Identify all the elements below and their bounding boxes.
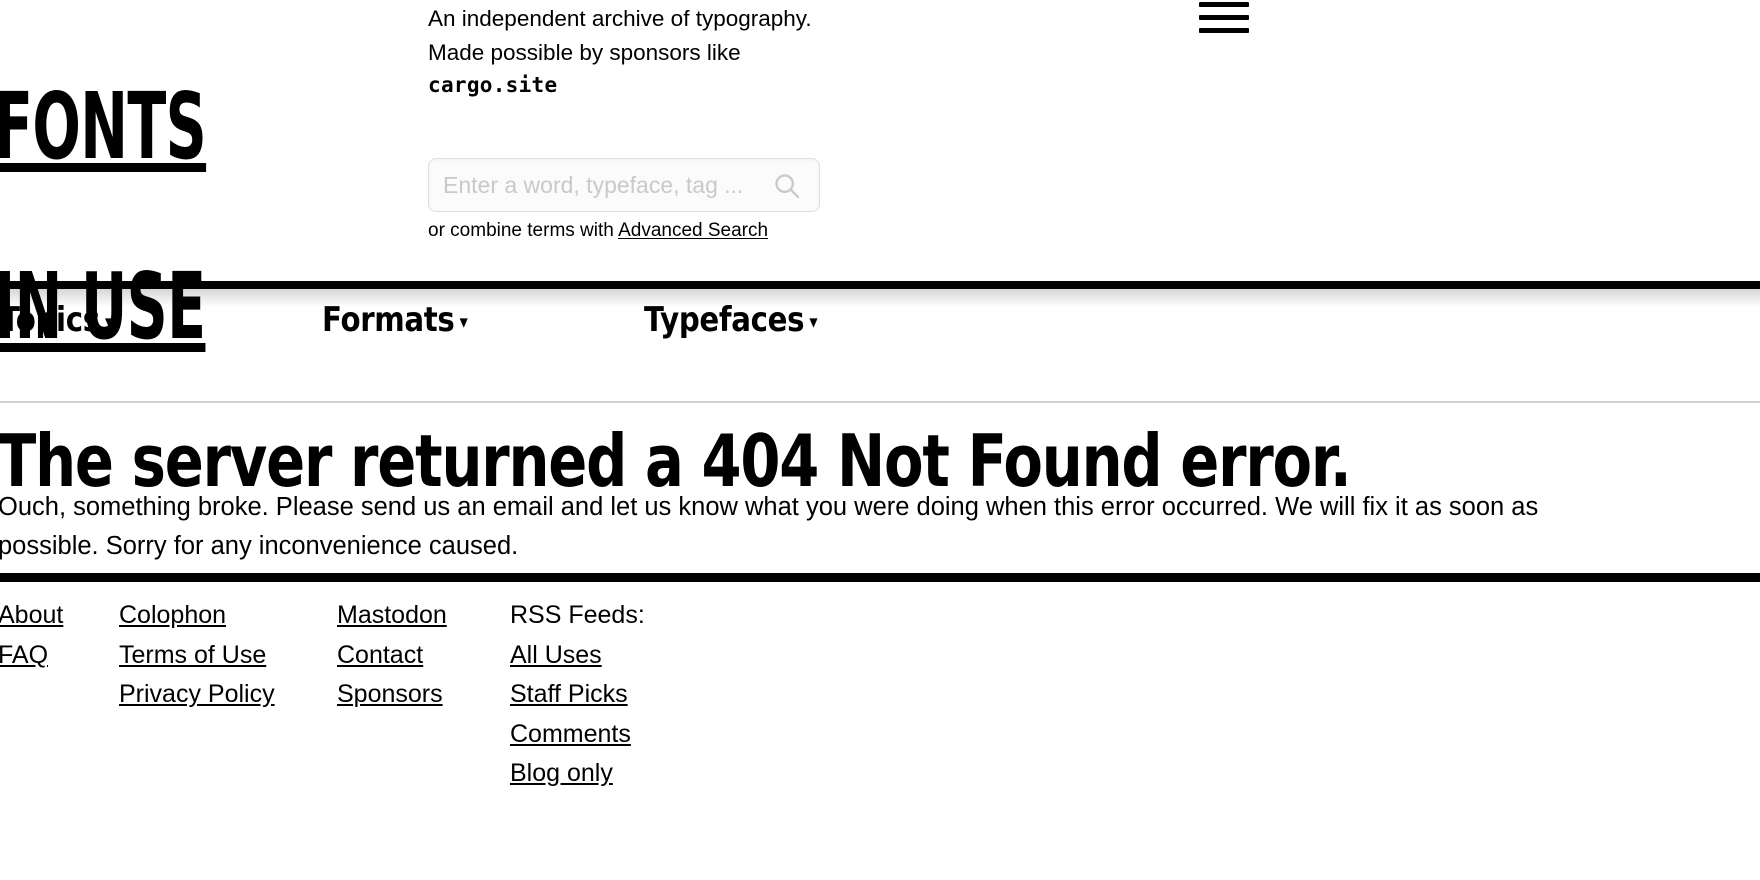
menu-bar-3 [1199, 28, 1249, 33]
footer-link-colophon[interactable]: Colophon [119, 596, 275, 636]
footer-column-3: Mastodon Contact Sponsors [337, 596, 447, 715]
search-hint-prefix: or combine terms with [428, 220, 619, 241]
nav-item-typefaces-label: Typefaces [644, 300, 805, 340]
chevron-down-icon: ▾ [809, 311, 818, 333]
footer-link-sponsors[interactable]: Sponsors [337, 675, 447, 715]
nav-item-topics-label: Topics [0, 300, 100, 340]
logo-line-1: FONTS [0, 73, 207, 181]
nav-item-topics[interactable]: Topics ▾ [0, 295, 113, 347]
site-tagline: An independent archive of typography. Ma… [428, 2, 812, 103]
search-area [428, 158, 821, 212]
nav-item-formats[interactable]: Formats ▾ [322, 295, 468, 347]
footer-link-staff-picks[interactable]: Staff Picks [510, 675, 645, 715]
nav-item-typefaces[interactable]: Typefaces ▾ [644, 295, 818, 347]
rss-feeds-label: RSS Feeds: [510, 601, 645, 629]
main-nav: Topics ▾ Formats ▾ Typefaces ▾ [0, 295, 1760, 355]
hamburger-menu-icon[interactable] [1199, 2, 1249, 42]
footer-link-comments[interactable]: Comments [510, 715, 645, 755]
footer-column-2: Colophon Terms of Use Privacy Policy [119, 596, 275, 715]
footer-column-rss: RSS Feeds: All Uses Staff Picks Comments… [510, 596, 645, 794]
chevron-down-icon: ▾ [104, 311, 113, 333]
search-input[interactable] [429, 159, 821, 211]
site-logo[interactable]: FONTS IN USE [0, 0, 254, 443]
page-root: FONTS IN USE An independent archive of t… [0, 0, 1760, 880]
footer-link-all-uses[interactable]: All Uses [510, 636, 645, 676]
footer-column-1: About FAQ [0, 596, 63, 675]
footer-link-faq[interactable]: FAQ [0, 636, 63, 676]
sponsor-link[interactable]: cargo.site [428, 69, 812, 103]
search-hint: or combine terms with Advanced Search [428, 219, 768, 243]
nav-top-rule [0, 281, 1760, 289]
tagline-line-1: An independent archive of typography. [428, 6, 812, 31]
nav-bottom-divider [0, 401, 1760, 403]
footer-link-blog-only[interactable]: Blog only [510, 754, 645, 794]
error-description: Ouch, something broke. Please send us an… [0, 492, 1539, 560]
menu-bar-1 [1199, 2, 1249, 7]
menu-bar-2 [1199, 15, 1249, 20]
footer-link-contact[interactable]: Contact [337, 636, 447, 676]
footer-link-mastodon[interactable]: Mastodon [337, 596, 447, 636]
nav-item-formats-label: Formats [322, 300, 455, 340]
search-box[interactable] [428, 158, 821, 212]
advanced-search-link[interactable]: Advanced Search [618, 220, 768, 241]
footer-link-privacy-policy[interactable]: Privacy Policy [119, 675, 275, 715]
footer-top-rule [0, 573, 1760, 582]
footer-link-about[interactable]: About [0, 596, 63, 636]
site-header: FONTS IN USE An independent archive of t… [0, 0, 1760, 353]
tagline-line-2: Made possible by sponsors like [428, 39, 741, 65]
footer-link-terms-of-use[interactable]: Terms of Use [119, 636, 275, 676]
chevron-down-icon: ▾ [459, 311, 468, 333]
